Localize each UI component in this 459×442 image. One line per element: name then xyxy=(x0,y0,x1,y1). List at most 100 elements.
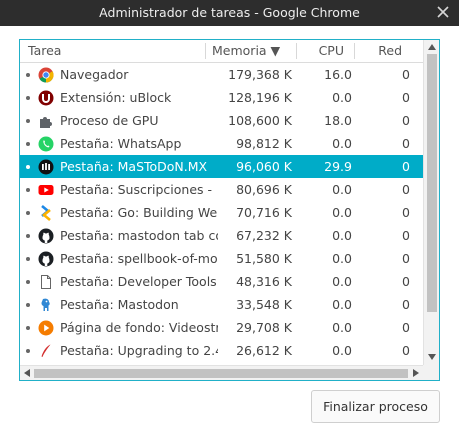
cpu-value: 0.0 xyxy=(332,320,352,335)
end-process-button[interactable]: Finalizar proceso xyxy=(311,390,440,423)
table-body: Navegador 179,368 K 16.0 0 Extensión: uB… xyxy=(20,63,423,365)
task-name: Pestaña: Go: Building We xyxy=(60,205,218,220)
network-value: 0 xyxy=(402,343,410,358)
scroll-left-icon[interactable] xyxy=(24,369,30,377)
task-name: Pestaña: Developer Tools xyxy=(60,274,217,289)
github-icon xyxy=(38,251,54,267)
chrome-icon xyxy=(38,67,54,83)
vertical-scrollbar[interactable] xyxy=(423,40,439,365)
table-row[interactable]: Navegador 179,368 K 16.0 0 xyxy=(20,63,423,86)
row-bullet xyxy=(26,211,30,215)
row-bullet xyxy=(26,119,30,123)
network-value: 0 xyxy=(402,159,410,174)
column-header-memory[interactable]: Memoria ▼ xyxy=(212,40,280,62)
github-icon xyxy=(38,228,54,244)
network-value: 0 xyxy=(402,205,410,220)
column-header-task[interactable]: Tarea xyxy=(28,40,61,62)
row-bullet xyxy=(26,188,30,192)
task-name: Extensión: uBlock xyxy=(60,90,172,105)
network-value: 0 xyxy=(402,297,410,312)
table-row[interactable]: Pestaña: mastodon tab co 67,232 K 0.0 0 xyxy=(20,224,423,247)
column-divider[interactable] xyxy=(296,43,297,59)
memory-value: 108,600 K xyxy=(228,113,292,128)
table-row[interactable]: Proceso de GPU 108,600 K 18.0 0 xyxy=(20,109,423,132)
memory-value: 70,716 K xyxy=(236,205,292,220)
task-name: Pestaña: spellbook-of-mo xyxy=(60,251,218,266)
scroll-down-icon[interactable] xyxy=(428,354,436,360)
youtube-icon xyxy=(38,185,54,195)
memory-value: 67,232 K xyxy=(236,228,292,243)
table-header: Tarea Memoria ▼ CPU Red xyxy=(20,40,423,63)
task-name: Proceso de GPU xyxy=(60,113,159,128)
row-bullet xyxy=(26,280,30,284)
network-value: 0 xyxy=(402,251,410,266)
task-name: Pestaña: mastodon tab co xyxy=(60,228,218,243)
document-icon xyxy=(41,275,51,289)
title-bar: Administrador de tareas - Google Chrome xyxy=(0,0,459,26)
network-value: 0 xyxy=(402,113,410,128)
puzzle-icon xyxy=(40,117,52,128)
row-bullet xyxy=(26,349,30,353)
table-row[interactable]: Pestaña: Suscripciones - 80,696 K 0.0 0 xyxy=(20,178,423,201)
cpu-value: 0.0 xyxy=(332,90,352,105)
task-name: Página de fondo: Videostr xyxy=(60,320,218,335)
table-row[interactable]: Extensión: uBlock 128,196 K 0.0 0 xyxy=(20,86,423,109)
horizontal-scrollbar-thumb[interactable] xyxy=(34,369,408,378)
task-name: Pestaña: WhatsApp xyxy=(60,136,182,151)
memory-value: 29,708 K xyxy=(236,320,292,335)
task-name: Pestaña: Suscripciones - xyxy=(60,182,213,197)
memory-value: 33,548 K xyxy=(236,297,292,312)
network-value: 0 xyxy=(402,182,410,197)
memory-value: 26,612 K xyxy=(236,343,292,358)
window-title: Administrador de tareas - Google Chrome xyxy=(99,5,360,20)
scroll-right-icon[interactable] xyxy=(413,369,419,377)
table-row[interactable]: Pestaña: Developer Tools 48,316 K 0.0 0 xyxy=(20,270,423,293)
row-bullet xyxy=(26,257,30,261)
table-row[interactable]: Pestaña: WhatsApp 98,812 K 0.0 0 xyxy=(20,132,423,155)
play-icon xyxy=(38,320,54,336)
cpu-value: 29.9 xyxy=(324,159,352,174)
whatsapp-icon xyxy=(38,136,54,152)
row-bullet xyxy=(26,142,30,146)
table-row-selected[interactable]: Pestaña: MaSToDoN.MX 96,060 K 29.9 0 xyxy=(20,155,423,178)
column-header-network[interactable]: Red xyxy=(362,40,402,62)
table-row[interactable]: Pestaña: Mastodon 33,548 K 0.0 0 xyxy=(20,293,423,316)
row-bullet xyxy=(26,96,30,100)
mastodon-mascot-icon xyxy=(41,298,50,311)
memory-value: 48,316 K xyxy=(236,274,292,289)
task-table: Tarea Memoria ▼ CPU Red Navegador 179,36… xyxy=(19,39,440,381)
table-row[interactable]: Pestaña: Go: Building We 70,716 K 0.0 0 xyxy=(20,201,423,224)
close-icon[interactable] xyxy=(435,4,451,20)
memory-value: 51,580 K xyxy=(236,251,292,266)
table-row[interactable]: Pestaña: Upgrading to 2.4 26,612 K 0.0 0 xyxy=(20,339,423,362)
network-value: 0 xyxy=(402,228,410,243)
ublock-icon xyxy=(38,90,54,106)
memory-value: 179,368 K xyxy=(228,67,292,82)
table-row[interactable]: Página de fondo: Videostr 29,708 K 0.0 0 xyxy=(20,316,423,339)
memory-value: 96,060 K xyxy=(236,159,292,174)
cpu-value: 0.0 xyxy=(332,182,352,197)
row-bullet xyxy=(26,326,30,330)
row-bullet xyxy=(26,165,30,169)
row-bullet xyxy=(26,73,30,77)
column-header-cpu[interactable]: CPU xyxy=(302,40,344,62)
network-value: 0 xyxy=(402,136,410,151)
cpu-value: 0.0 xyxy=(332,297,352,312)
mastodon-pawoo-icon xyxy=(38,159,54,175)
task-name: Pestaña: Upgrading to 2.4 xyxy=(60,343,218,358)
cpu-value: 18.0 xyxy=(324,113,352,128)
column-divider[interactable] xyxy=(354,43,355,59)
task-name: Pestaña: Mastodon xyxy=(60,297,179,312)
cpu-value: 0.0 xyxy=(332,136,352,151)
horizontal-scrollbar[interactable] xyxy=(20,365,423,380)
network-value: 0 xyxy=(402,90,410,105)
cpu-value: 0.0 xyxy=(332,228,352,243)
row-bullet xyxy=(26,234,30,238)
column-divider[interactable] xyxy=(205,43,206,59)
table-row[interactable]: Pestaña: spellbook-of-mo 51,580 K 0.0 0 xyxy=(20,247,423,270)
go-icon xyxy=(41,205,51,221)
cpu-value: 0.0 xyxy=(332,205,352,220)
scroll-up-icon[interactable] xyxy=(428,44,436,50)
vertical-scrollbar-thumb[interactable] xyxy=(427,54,437,312)
network-value: 0 xyxy=(402,274,410,289)
